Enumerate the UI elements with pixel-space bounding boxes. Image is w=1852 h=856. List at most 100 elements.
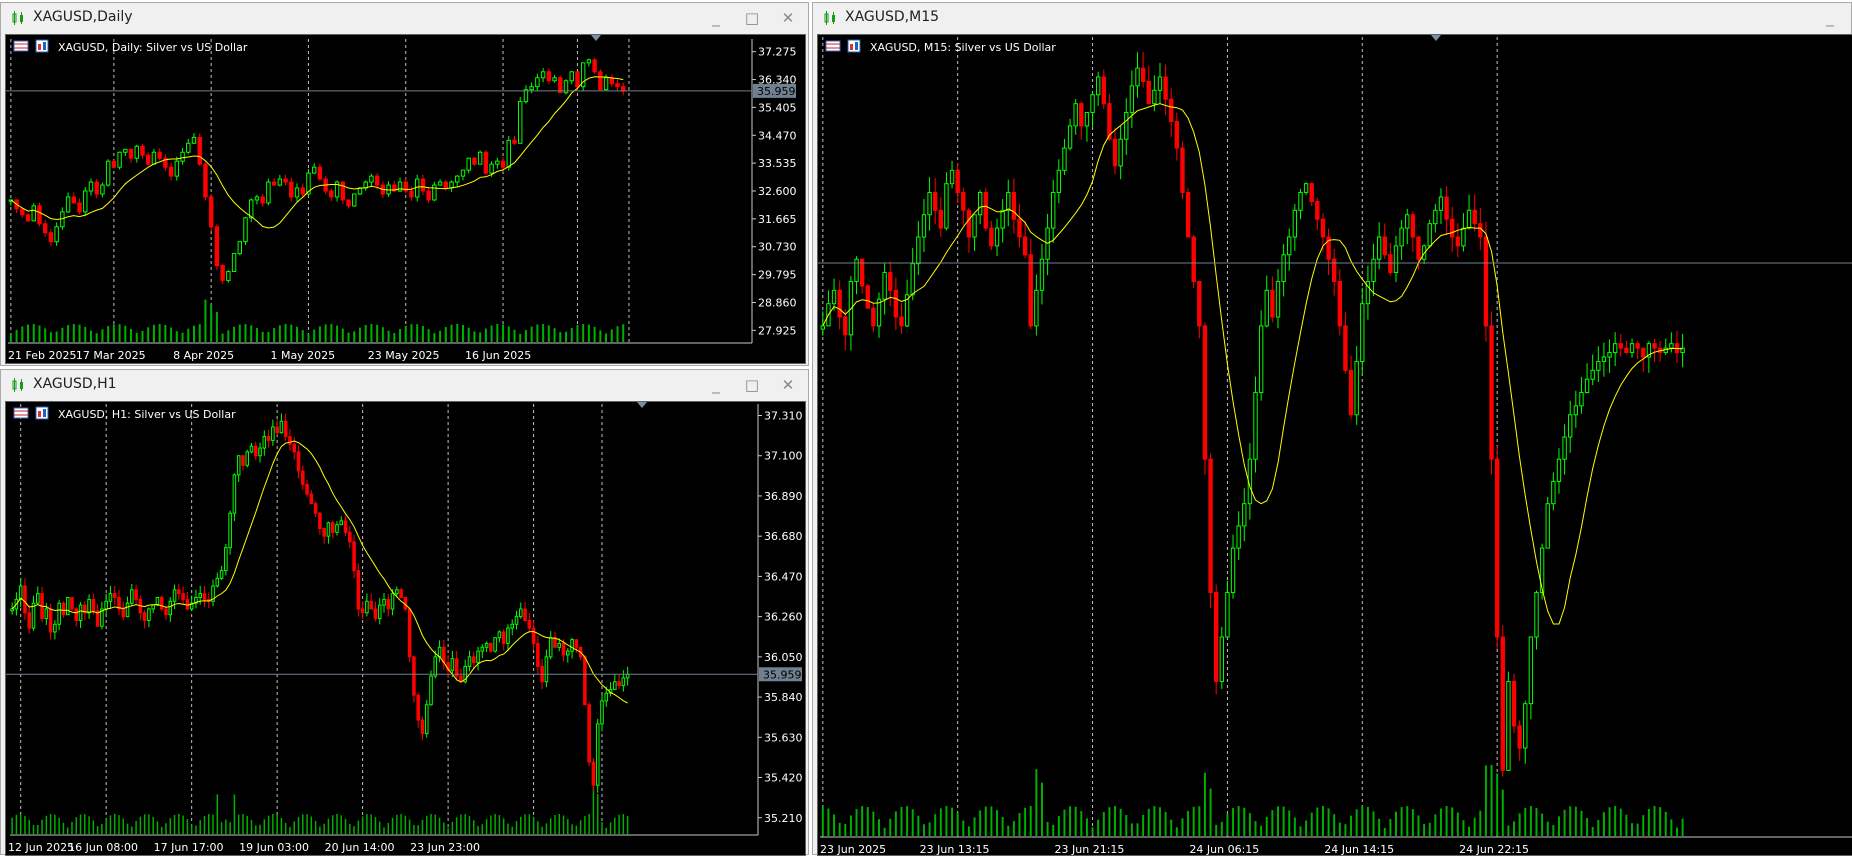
candle-body (202, 593, 207, 600)
candle-body (151, 604, 155, 610)
candle-body (1551, 480, 1556, 505)
candle-body (335, 524, 339, 533)
maximize-button[interactable]: □ (739, 375, 765, 395)
candle-body (197, 136, 202, 165)
candle-body (168, 600, 173, 616)
candle-body (1461, 227, 1466, 247)
candle-body (228, 512, 232, 549)
candle-body (949, 169, 955, 185)
x-tick-label: 17 Mar 2025 (76, 349, 146, 362)
candle-body (621, 86, 626, 92)
candle-body (352, 193, 357, 207)
y-tick-label: 27.925 (758, 324, 797, 337)
candle-body (1157, 76, 1163, 91)
chart-caption-text: XAGUSD, Daily: Silver vs US Dollar (58, 41, 248, 54)
y-tick-label: 33.535 (758, 157, 797, 170)
candle-body (174, 160, 180, 177)
candle-body (1185, 192, 1191, 238)
candle-body (142, 612, 147, 621)
candle-body (128, 148, 134, 159)
candle-body (1315, 200, 1320, 220)
candle-body (591, 761, 596, 786)
maximize-button[interactable]: □ (739, 8, 765, 28)
candle-body (1433, 209, 1438, 225)
close-button[interactable]: ✕ (775, 375, 801, 395)
window-title: XAGUSD,H1 (33, 376, 117, 392)
minimize-button[interactable]: _ (703, 375, 729, 395)
candle-body (553, 637, 557, 648)
candle-body (249, 445, 254, 453)
candle-body (343, 520, 348, 533)
candle-body (1568, 414, 1573, 438)
candle-body (893, 289, 899, 318)
candle-body (1669, 343, 1674, 349)
candle-body (820, 325, 825, 330)
candle-body (1197, 280, 1202, 327)
candle-body (450, 658, 455, 671)
candle-body (254, 196, 260, 201)
candle-body (134, 145, 139, 159)
candle-body (1056, 169, 1062, 194)
y-tick-label: 35.420 (764, 772, 803, 785)
candle-body (416, 694, 420, 721)
candle-body (1596, 360, 1601, 371)
candle-body (514, 616, 519, 625)
y-tick-label: 37.310 (764, 409, 803, 422)
candle-body (460, 169, 466, 177)
silver-icon (35, 39, 49, 53)
candle-body (955, 169, 960, 194)
window-titlebar[interactable]: XAGUSD,M15 _ (813, 3, 1851, 33)
candle-body (1517, 725, 1522, 749)
candle-body (497, 631, 502, 639)
window-titlebar[interactable]: XAGUSD,Daily _ □ ✕ (1, 3, 808, 33)
candle-body (185, 598, 190, 610)
candle-body (1590, 369, 1595, 380)
candle-body (277, 178, 283, 186)
candle-body (241, 455, 245, 466)
candle-body (1354, 360, 1359, 416)
candle-body (480, 646, 485, 652)
chart-area[interactable]: 21 Feb 2025 17 Mar 2025 8 Apr 2025 1 May 20… (5, 34, 806, 364)
chart-area[interactable]: 23 Jun 2025 23 Jun 13:15 23 Jun 21:15 24 Ju… (817, 34, 1852, 856)
candle-body (318, 512, 322, 530)
candle-body (1494, 458, 1500, 638)
candle-body (215, 577, 220, 587)
candle-body (275, 426, 279, 434)
chart-area[interactable]: 12 Jun 2025 16 Jun 08:00 17 Jun 17:00 19 Ju… (5, 401, 806, 856)
candle-body (360, 608, 365, 614)
window-daily[interactable]: XAGUSD,Daily _ □ ✕ 21 Feb 2025 17 Mar 202… (0, 2, 809, 366)
y-tick-label: 28.860 (758, 296, 797, 309)
minimize-button[interactable]: _ (703, 8, 729, 28)
candle-body (1028, 254, 1033, 327)
candle-body (386, 598, 391, 610)
candle-body (557, 642, 562, 648)
candle-body (20, 208, 25, 216)
candle-body (10, 608, 14, 612)
candle-body (583, 656, 587, 706)
minimize-button[interactable]: _ (1817, 8, 1843, 28)
candle-body (365, 600, 369, 614)
x-tick-label: 24 Jun 14:15 (1324, 843, 1394, 856)
candle-body (226, 270, 231, 281)
candle-body (989, 227, 994, 247)
candle-body (369, 600, 373, 610)
candle-body (369, 175, 374, 183)
y-tick-label: 29.795 (758, 269, 797, 282)
candle-body (437, 181, 443, 186)
window-h1[interactable]: XAGUSD,H1 _ □ ✕ 12 Jun 2025 16 Jun 08:00 1… (0, 369, 809, 856)
candle-body (1584, 378, 1590, 394)
candle-body (506, 627, 510, 644)
candle-body (271, 426, 275, 441)
candle-body (1320, 218, 1326, 238)
candle-body (1444, 196, 1449, 220)
candle-body (155, 596, 160, 606)
candle-body (1067, 125, 1073, 149)
close-button[interactable]: ✕ (775, 8, 801, 28)
candle-body (1079, 103, 1084, 127)
candle-body (134, 589, 138, 600)
candle-body (613, 681, 617, 690)
window-m15[interactable]: XAGUSD,M15 _ 23 Jun 2025 23 Jun 13:15 23 J… (812, 2, 1852, 856)
candle-body (322, 528, 326, 537)
window-titlebar[interactable]: XAGUSD,H1 _ □ ✕ (1, 370, 808, 400)
candle-body (426, 190, 431, 201)
